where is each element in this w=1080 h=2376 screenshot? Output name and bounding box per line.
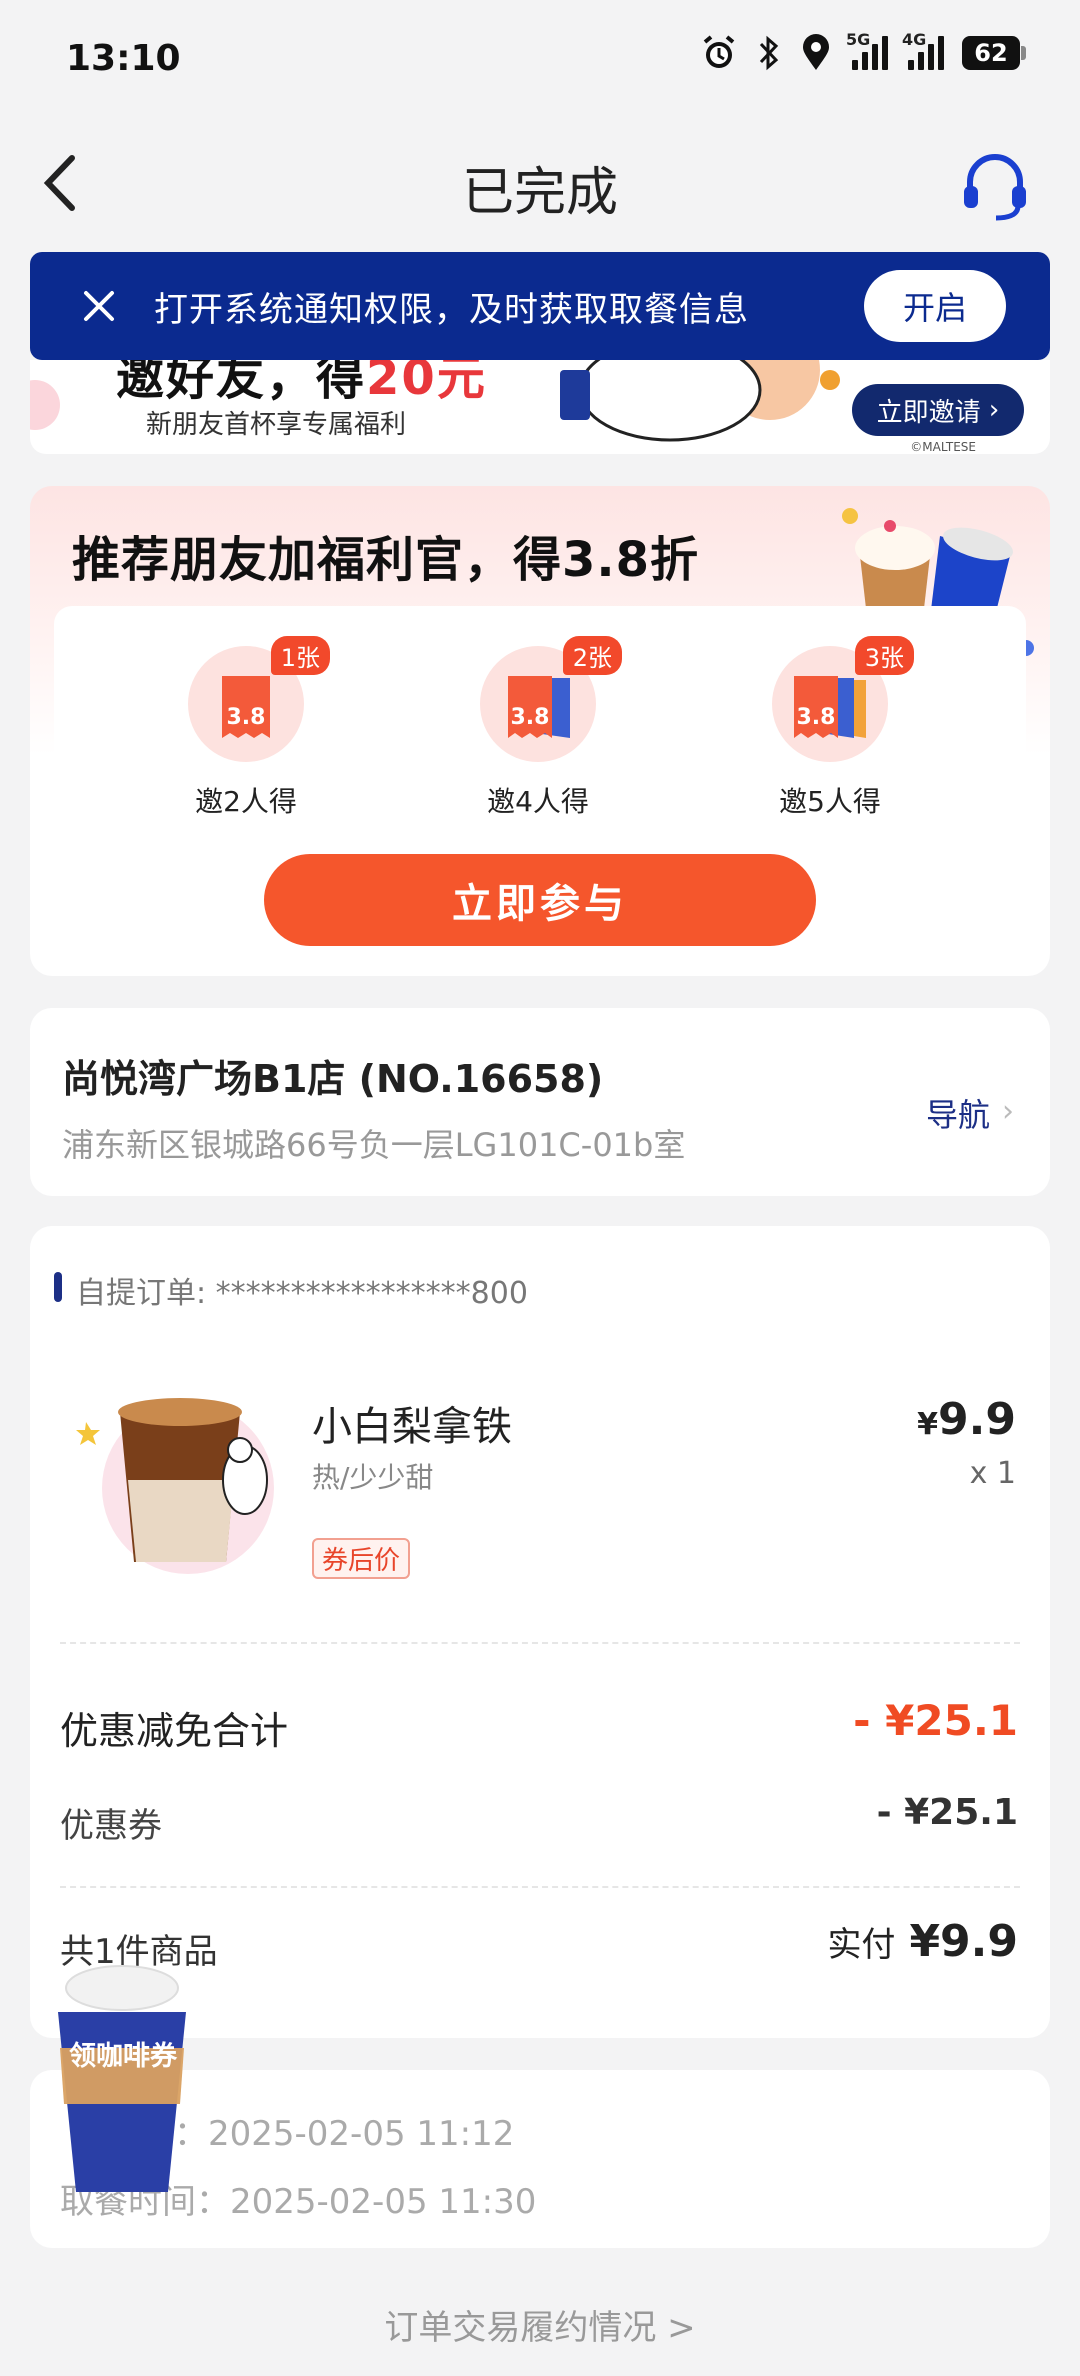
coffee-coupon-label: 领咖啡券: [69, 2041, 177, 2072]
mascot-illustration: [560, 360, 840, 442]
ticket-icon: 3.8 1张: [188, 636, 330, 762]
copyright-text: ©MALTESE: [910, 440, 976, 454]
alarm-icon: [703, 35, 735, 68]
page-title: 已完成: [461, 163, 618, 223]
tier-badge: 3张: [854, 636, 914, 675]
product-image[interactable]: [70, 1360, 290, 1580]
product-price: ¥9.9: [917, 1394, 1016, 1445]
store-card: 尚悦湾广场B1店 (NO.16658) 浦东新区银城路66号负一层LG101C-…: [30, 1008, 1050, 1196]
referral-card: 推荐朋友加福利官，得3.8折 3.8 1张 邀2人得 3.8 2张 邀4人得 3…: [30, 486, 1050, 976]
store-name: 尚悦湾广场B1店 (NO.16658): [62, 1057, 604, 1101]
tier-2[interactable]: 3.8 2张 邀4人得: [438, 636, 638, 820]
invite-now-button[interactable]: 立即邀请 ›: [852, 384, 1024, 436]
status-time: 13:10: [66, 38, 181, 79]
tier-3[interactable]: 3.8 3张 邀5人得: [730, 636, 930, 820]
decor-dot: [30, 380, 60, 430]
invite-headline: 邀好友，得20元: [116, 360, 487, 406]
svg-text:3.8: 3.8: [797, 705, 836, 730]
location-icon: [803, 34, 829, 70]
divider: [60, 1886, 1020, 1888]
close-icon[interactable]: [74, 281, 124, 331]
accent-bar: [54, 1272, 62, 1302]
coffee-coupon-float-button[interactable]: 领咖啡券: [44, 1962, 194, 2202]
after-coupon-tag: 券后价: [312, 1538, 411, 1579]
join-now-button[interactable]: 立即参与: [264, 854, 816, 946]
signal-5g-icon: 5G: [846, 30, 888, 70]
product-name: 小白梨拿铁: [312, 1404, 512, 1450]
product-spec: 热/少少甜: [312, 1461, 434, 1494]
chevron-right-icon[interactable]: ›: [1002, 1094, 1014, 1129]
coffee-cup-icon: [58, 1965, 186, 2192]
notice-text: 打开系统通知权限，及时获取取餐信息: [154, 289, 749, 330]
enable-notification-button[interactable]: 开启: [864, 270, 1006, 342]
tier-1[interactable]: 3.8 1张 邀2人得: [146, 636, 346, 820]
battery-icon: 62: [962, 36, 1026, 70]
discount-total-value: - ¥25.1: [853, 1696, 1018, 1745]
coupon-label: 优惠券: [60, 1806, 162, 1846]
referral-title: 推荐朋友加福利官，得3.8折: [72, 532, 700, 588]
discount-total-label: 优惠减免合计: [60, 1709, 289, 1753]
status-icons: 5G 4G 62: [700, 30, 1026, 72]
fulfillment-link[interactable]: 订单交易履约情况 >: [0, 2300, 1080, 2349]
product-qty: x 1: [969, 1456, 1016, 1491]
coupon-value: - ¥25.1: [876, 1792, 1018, 1833]
tier-label: 邀5人得: [779, 785, 881, 818]
tier-badge: 1张: [270, 636, 330, 675]
order-id: 自提订单: *****************800: [76, 1276, 528, 1311]
tier-label: 邀2人得: [195, 785, 297, 818]
order-time: 间：2025-02-05 11:12: [140, 2114, 515, 2154]
order-card: 自提订单: *****************800 小白梨拿铁 热/少少甜 券…: [30, 1226, 1050, 2038]
ticket-icon: 3.8 2张: [480, 636, 622, 762]
navigate-button[interactable]: 导航: [926, 1090, 990, 1136]
tier-badge: 2张: [562, 636, 622, 675]
ticket-icon: 3.8 3张: [772, 636, 914, 762]
invite-banner[interactable]: 邀好友，得20元 新朋友首杯享专属福利 立即邀请 › ©MALTESE: [30, 360, 1050, 454]
svg-text:3.8: 3.8: [227, 705, 266, 730]
paid-amount: 实付 ¥9.9: [827, 1916, 1018, 1967]
notification-permission-bar: 打开系统通知权限，及时获取取餐信息 开启: [30, 252, 1050, 360]
signal-4g-icon: 4G: [902, 30, 944, 70]
svg-text:3.8: 3.8: [511, 705, 550, 730]
store-address: 浦东新区银城路66号负一层LG101C-01b室: [62, 1126, 686, 1164]
tier-label: 邀4人得: [487, 785, 589, 818]
bluetooth-icon: [759, 35, 779, 71]
customer-service-icon[interactable]: [960, 150, 1030, 224]
divider: [60, 1642, 1020, 1644]
invite-subtitle: 新朋友首杯享专属福利: [146, 410, 407, 440]
